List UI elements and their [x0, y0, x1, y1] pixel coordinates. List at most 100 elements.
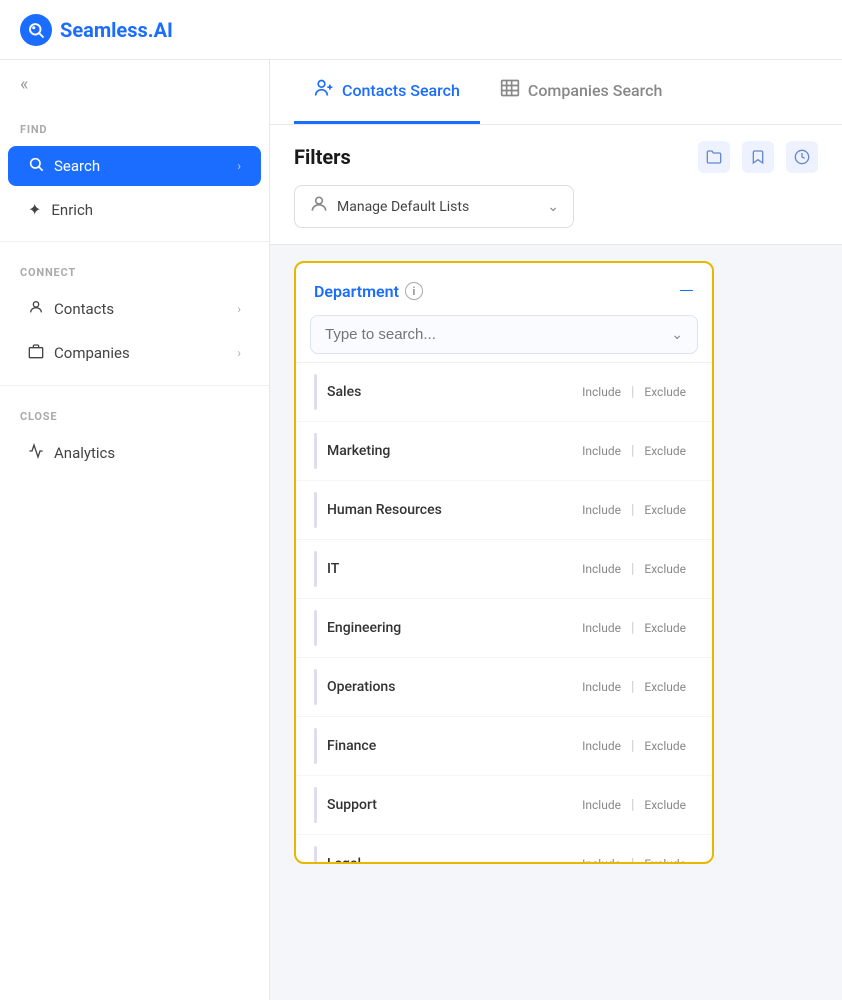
analytics-icon: [28, 443, 44, 463]
dept-left-bar: [314, 846, 317, 862]
dept-actions: Include | Exclude: [574, 500, 694, 520]
sidebar-collapse-button[interactable]: «: [0, 60, 269, 109]
find-section-label: FIND: [0, 109, 269, 144]
dept-exclude-button[interactable]: Exclude: [636, 677, 694, 697]
tab-companies[interactable]: Companies Search: [480, 60, 682, 124]
filter-folder-button[interactable]: [698, 141, 730, 173]
dept-include-button[interactable]: Include: [574, 854, 629, 862]
tabs-bar: Contacts Search Companies Search: [270, 60, 842, 125]
department-search-dropdown[interactable]: ⌄: [310, 315, 698, 354]
filter-clock-button[interactable]: [786, 141, 818, 173]
contacts-label: Contacts: [54, 300, 114, 318]
close-section-label: CLOSE: [0, 396, 269, 431]
dept-exclude-button[interactable]: Exclude: [636, 736, 694, 756]
dept-left-bar: [314, 551, 317, 587]
analytics-label: Analytics: [54, 444, 115, 462]
dept-include-button[interactable]: Include: [574, 795, 629, 815]
department-collapse-button[interactable]: —: [679, 279, 694, 303]
dept-divider: |: [629, 384, 636, 400]
manage-default-label: Manage Default Lists: [337, 199, 469, 215]
enrich-label: Enrich: [51, 201, 93, 219]
dept-actions: Include | Exclude: [574, 382, 694, 402]
companies-tab-icon: [500, 78, 520, 103]
dept-row: Legal Include | Exclude: [296, 835, 712, 862]
dept-row: IT Include | Exclude: [296, 540, 712, 599]
dept-exclude-button[interactable]: Exclude: [636, 795, 694, 815]
connect-section-label: CONNECT: [0, 252, 269, 287]
department-header: Department i —: [296, 263, 712, 315]
dept-name: Marketing: [327, 443, 574, 459]
dept-left-bar: [314, 728, 317, 764]
contacts-icon: [28, 299, 44, 319]
logo: Seamless.AI: [20, 14, 173, 46]
dept-divider: |: [629, 443, 636, 459]
dept-name: Legal: [327, 856, 574, 862]
dept-include-button[interactable]: Include: [574, 736, 629, 756]
sidebar-item-analytics[interactable]: Analytics: [8, 433, 261, 473]
dept-divider: |: [629, 797, 636, 813]
dept-left-bar: [314, 492, 317, 528]
dept-left-bar: [314, 433, 317, 469]
dept-exclude-button[interactable]: Exclude: [636, 441, 694, 461]
search-chevron-icon: ›: [237, 159, 241, 173]
logo-text: Seamless.AI: [60, 18, 173, 42]
dept-left-bar: [314, 787, 317, 823]
department-panel: Department i — ⌄ Sales Include: [294, 261, 714, 864]
contacts-tab-label: Contacts Search: [342, 81, 460, 100]
dropdown-panel-wrapper: Department i — ⌄ Sales Include: [270, 245, 842, 1000]
sidebar-item-search[interactable]: Search ›: [8, 146, 261, 186]
companies-label: Companies: [54, 344, 130, 362]
dept-left-bar: [314, 374, 317, 410]
manage-chevron-icon: ⌄: [547, 199, 559, 215]
dept-name: Support: [327, 797, 574, 813]
department-title: Department i: [314, 282, 423, 301]
filter-header: Filters: [294, 141, 818, 173]
department-search-chevron-icon: ⌄: [671, 327, 683, 343]
dept-row: Sales Include | Exclude: [296, 363, 712, 422]
dept-exclude-button[interactable]: Exclude: [636, 382, 694, 402]
dept-include-button[interactable]: Include: [574, 500, 629, 520]
dept-name: IT: [327, 561, 574, 577]
dept-include-button[interactable]: Include: [574, 382, 629, 402]
companies-tab-label: Companies Search: [528, 81, 662, 100]
department-search-input[interactable]: [325, 326, 671, 343]
contacts-tab-icon: [314, 78, 334, 103]
dept-exclude-button[interactable]: Exclude: [636, 854, 694, 862]
dept-left-bar: [314, 610, 317, 646]
dept-actions: Include | Exclude: [574, 854, 694, 862]
manage-default-button[interactable]: Manage Default Lists ⌄: [294, 185, 574, 228]
sidebar-item-companies[interactable]: Companies ›: [8, 333, 261, 373]
logo-icon: [20, 14, 52, 46]
dept-name: Sales: [327, 384, 574, 400]
dept-divider: |: [629, 502, 636, 518]
dept-exclude-button[interactable]: Exclude: [636, 559, 694, 579]
filter-title: Filters: [294, 145, 351, 169]
dept-divider: |: [629, 856, 636, 862]
dept-divider: |: [629, 561, 636, 577]
department-info-icon[interactable]: i: [405, 282, 423, 300]
enrich-icon: ✦: [28, 200, 41, 219]
sidebar-item-contacts[interactable]: Contacts ›: [8, 289, 261, 329]
companies-icon: [28, 343, 44, 363]
dept-include-button[interactable]: Include: [574, 559, 629, 579]
dept-actions: Include | Exclude: [574, 736, 694, 756]
contacts-chevron-icon: ›: [237, 302, 241, 316]
tab-contacts[interactable]: Contacts Search: [294, 60, 480, 124]
dept-exclude-button[interactable]: Exclude: [636, 500, 694, 520]
dept-left-bar: [314, 669, 317, 705]
dept-name: Operations: [327, 679, 574, 695]
companies-chevron-icon: ›: [237, 346, 241, 360]
sidebar-item-enrich[interactable]: ✦ Enrich: [8, 190, 261, 229]
dept-row: Engineering Include | Exclude: [296, 599, 712, 658]
dept-include-button[interactable]: Include: [574, 618, 629, 638]
dept-row: Operations Include | Exclude: [296, 658, 712, 717]
filter-bookmark-button[interactable]: [742, 141, 774, 173]
dept-include-button[interactable]: Include: [574, 677, 629, 697]
dept-actions: Include | Exclude: [574, 441, 694, 461]
dept-exclude-button[interactable]: Exclude: [636, 618, 694, 638]
dept-include-button[interactable]: Include: [574, 441, 629, 461]
dept-actions: Include | Exclude: [574, 559, 694, 579]
dept-name: Human Resources: [327, 502, 574, 518]
dept-row: Human Resources Include | Exclude: [296, 481, 712, 540]
department-list: Sales Include | Exclude Marketing Includ…: [296, 362, 712, 862]
